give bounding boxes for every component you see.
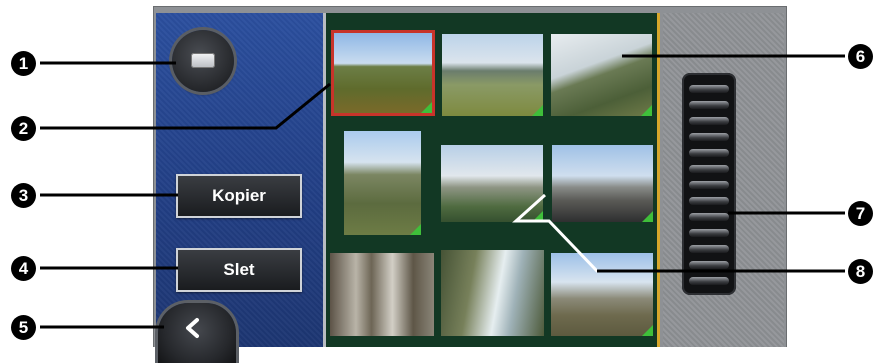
thumbnail-marker [421, 102, 432, 113]
copy-button[interactable]: Kopier [176, 174, 302, 218]
scroll-ridge [689, 85, 729, 93]
thumbnail-photo-9[interactable] [551, 253, 653, 336]
callout-5: 5 [11, 315, 36, 340]
thumbnail-photo-7[interactable] [330, 253, 434, 336]
scroll-ridge [689, 101, 729, 109]
thumbnail-photo-5[interactable] [441, 145, 543, 222]
thumbnail-marker [532, 105, 543, 116]
view-mode-button[interactable] [172, 30, 234, 92]
callout-1: 1 [11, 51, 36, 76]
thumbnail-marker [532, 211, 543, 222]
scroll-ridge [689, 197, 729, 205]
scroll-ridge [689, 277, 729, 285]
scroll-ridge [689, 181, 729, 189]
scroll-ridge [689, 213, 729, 221]
thumbnail-marker [410, 224, 421, 235]
scroll-ridge [689, 245, 729, 253]
thumbnail-marker [642, 325, 653, 336]
scroll-ridge [689, 229, 729, 237]
scroll-ridge [689, 133, 729, 141]
scroll-ridge [689, 261, 729, 269]
grid-separator [657, 13, 660, 347]
thumbnail-photo-6[interactable] [552, 145, 653, 222]
thumbnail-photo-2[interactable] [442, 34, 543, 116]
callout-8: 8 [848, 259, 873, 284]
callout-6: 6 [848, 44, 873, 69]
scroll-wheel[interactable] [682, 73, 736, 295]
callout-3: 3 [11, 183, 36, 208]
thumbnail-photo-1[interactable] [331, 30, 435, 116]
scroll-ridge [689, 149, 729, 157]
delete-button[interactable]: Slet [176, 248, 302, 292]
callout-2: 2 [11, 116, 36, 141]
back-button[interactable] [158, 303, 236, 363]
thumbnail-photo-4[interactable] [344, 131, 421, 235]
thumbnail-marker [642, 211, 653, 222]
chevron-left-icon [186, 318, 199, 338]
callout-7: 7 [848, 201, 873, 226]
callout-4: 4 [11, 256, 36, 281]
scroll-ridge [689, 165, 729, 173]
screen-icon [191, 53, 215, 68]
scroll-ridge [689, 117, 729, 125]
thumbnail-photo-3[interactable] [551, 34, 652, 116]
thumbnail-marker [641, 105, 652, 116]
thumbnail-photo-8[interactable] [441, 250, 544, 336]
